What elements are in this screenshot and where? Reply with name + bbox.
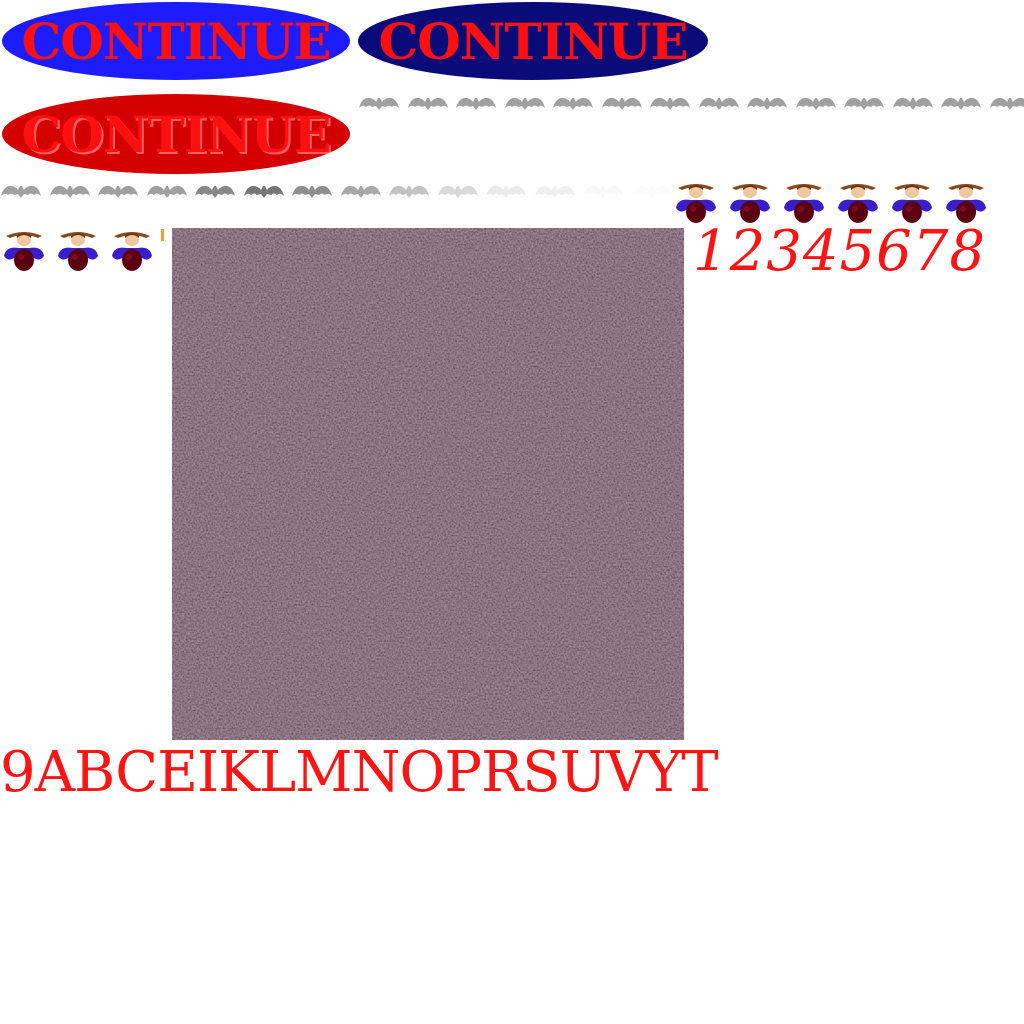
bat-icon [534,185,575,198]
bat-icon [844,97,884,110]
bat-icon [243,185,284,198]
bat-icon [504,97,545,110]
continue-button-pressed[interactable]: CONTINUE [2,94,350,174]
continue-label: CONTINUE [21,104,331,164]
continue-button-hover[interactable]: CONTINUE [358,2,708,80]
continue-button-normal[interactable]: CONTINUE [2,2,350,80]
bat-icon [747,97,787,110]
bat-icon [698,97,739,110]
bat-icon [359,97,399,110]
bat-icon [631,185,672,198]
bat-icon [146,185,187,198]
granite-texture [172,228,684,740]
bat-icon [389,185,429,198]
continue-label: CONTINUE [21,11,331,71]
bat-icon [195,185,235,198]
bat-icon [340,185,381,198]
bat-icon [650,97,690,110]
bat-icon [795,97,836,110]
bat-icon [553,97,593,110]
character-icon [58,232,98,271]
continue-label: CONTINUE [378,11,688,71]
bat-icon [583,185,623,198]
letter-font-strip: 9ABCEIKLMNOPRSUVYT [0,740,719,805]
bat-icon [49,185,90,198]
character-icon [112,232,152,271]
bat-icon [601,97,642,110]
bat-icon [292,185,332,198]
bat-icon [486,185,526,198]
bat-icon [437,185,478,198]
marker-sprite [161,229,164,241]
bat-icon [98,185,138,198]
digit-font-strip: 12345678 [693,219,987,284]
bat-icon [407,97,448,110]
character-icon [4,232,44,271]
bat-icon [989,97,1024,110]
bat-icon [1,185,41,198]
bat-icon [456,97,496,110]
bat-icon [892,97,933,110]
bat-icon [941,97,981,110]
